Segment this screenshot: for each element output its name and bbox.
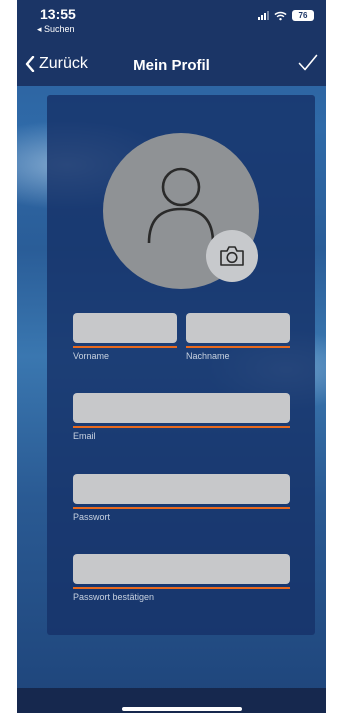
last-name-caption: Nachname xyxy=(186,351,230,361)
wifi-icon xyxy=(274,11,287,20)
last-name-field: Nachname xyxy=(186,313,290,361)
password-field: Passwort xyxy=(73,474,290,522)
home-indicator[interactable] xyxy=(122,707,242,711)
first-name-caption: Vorname xyxy=(73,351,110,361)
first-name-underline xyxy=(73,346,177,348)
battery-icon: 76 xyxy=(292,10,314,21)
password-caption: Passwort xyxy=(73,512,111,522)
email-underline xyxy=(73,426,290,428)
password-confirm-caption: Passwort bestätigen xyxy=(73,592,155,602)
last-name-input[interactable] xyxy=(186,313,290,343)
back-to-app-link[interactable]: ◂ Suchen xyxy=(37,24,75,35)
last-name-underline xyxy=(186,346,290,348)
status-time: 13:55 xyxy=(40,6,76,22)
profile-card: Vorname Nachname Email Passwort Passwort… xyxy=(47,95,315,635)
camera-icon xyxy=(220,246,244,266)
signal-icon xyxy=(258,11,269,20)
status-icons: 76 xyxy=(258,10,314,21)
save-button[interactable] xyxy=(298,54,318,77)
email-field: Email xyxy=(73,393,290,441)
change-photo-button[interactable] xyxy=(206,230,258,282)
password-confirm-input[interactable] xyxy=(73,554,290,584)
page-title: Mein Profil xyxy=(133,57,210,74)
password-underline xyxy=(73,507,290,509)
user-icon xyxy=(147,167,215,243)
phone-screen: 13:55 ◂ Suchen 76 Zurück Mein Profil Vor… xyxy=(17,0,326,713)
first-name-input[interactable] xyxy=(73,313,177,343)
email-input[interactable] xyxy=(73,393,290,423)
first-name-field: Vorname xyxy=(73,313,177,361)
checkmark-icon xyxy=(298,54,318,71)
email-caption: Email xyxy=(73,431,96,441)
password-confirm-underline xyxy=(73,587,290,589)
password-input[interactable] xyxy=(73,474,290,504)
top-bar: 13:55 ◂ Suchen 76 Zurück Mein Profil xyxy=(17,0,326,86)
password-confirm-field: Passwort bestätigen xyxy=(73,554,290,602)
